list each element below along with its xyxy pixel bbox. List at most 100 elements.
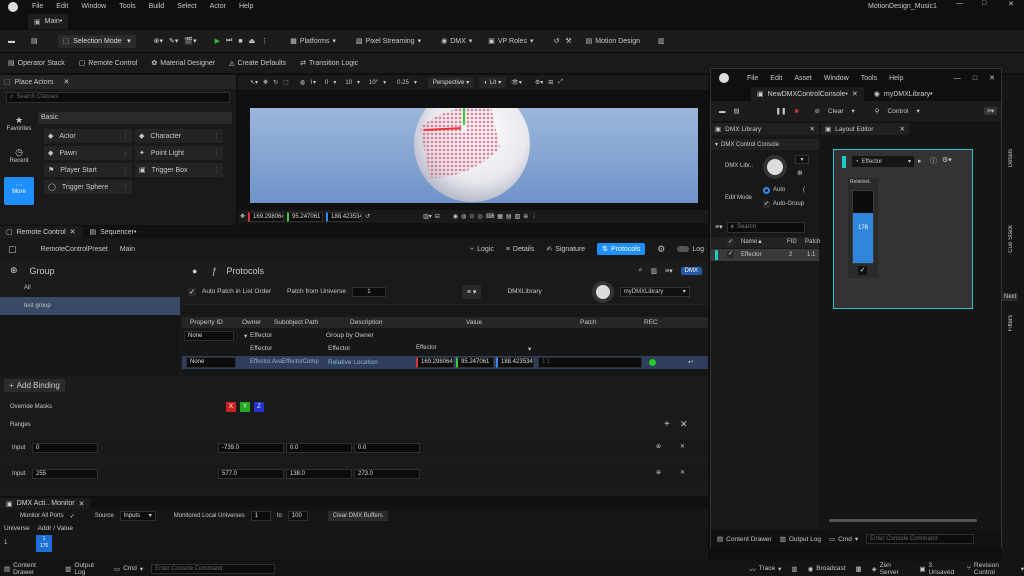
- more-play-options-icon[interactable]: ⋮: [261, 37, 268, 45]
- signature-button[interactable]: ✍ Signature: [546, 245, 585, 254]
- mask-z-toggle[interactable]: Z: [254, 402, 264, 412]
- transition-logic-button[interactable]: ⇄ Transition Logic: [300, 59, 358, 68]
- actor-item-point-light[interactable]: ✦ Point Light ⋮: [135, 146, 223, 160]
- actor-item-trigger-sphere[interactable]: ◯ Trigger Sphere ⋮: [44, 180, 132, 194]
- details-button[interactable]: ≡ Details: [506, 246, 535, 253]
- create-defaults-button[interactable]: ◬ Create Defaults: [229, 59, 286, 68]
- fader-group[interactable]: ◔ Effector ▾ ▸ ⓘ ⚙▾ RelativeL 176 ✓: [833, 149, 973, 309]
- table-row[interactable]: None ▾ Effector Group by Owner: [182, 330, 708, 342]
- add-group-icon[interactable]: ⊕: [10, 265, 18, 276]
- broadcast-button[interactable]: ◉ Broadcast: [808, 565, 846, 573]
- chevron-down-icon[interactable]: ▾: [528, 345, 531, 353]
- unreal-logo-icon[interactable]: [8, 1, 18, 12]
- derived-data-icon[interactable]: ▦: [856, 565, 862, 573]
- range-output-z[interactable]: 273.0: [354, 469, 420, 479]
- menu-tools[interactable]: Tools: [119, 3, 135, 10]
- close-tab-icon[interactable]: ✕: [70, 228, 76, 236]
- scale-snap-value[interactable]: 0.25: [397, 80, 409, 86]
- recent-category[interactable]: ◷ Recent: [4, 141, 34, 177]
- image-icon[interactable]: ▧: [515, 213, 521, 220]
- actor-item-pawn[interactable]: ◆ Pawn ⋮: [44, 146, 132, 160]
- distribute-icon[interactable]: ⊟: [435, 213, 440, 220]
- lit-dropdown[interactable]: ◐ Lit ▾: [479, 77, 507, 88]
- add-binding-button[interactable]: + Add Binding: [4, 378, 65, 392]
- tab-new-dmx-control-console[interactable]: ▣ NewDMXControlConsole• ✕: [751, 87, 864, 101]
- close-tab-icon[interactable]: ✕: [64, 78, 70, 86]
- fader-track[interactable]: 176: [852, 190, 874, 264]
- menu-actor[interactable]: Actor: [210, 3, 226, 10]
- range-output-y[interactable]: 0.0: [286, 443, 352, 453]
- logic-button[interactable]: ⑂ Logic: [470, 246, 494, 253]
- play-indicator-icon[interactable]: ▸: [918, 157, 922, 165]
- fixture-search-input[interactable]: ⌕ Search: [726, 221, 805, 233]
- actor-item-player-start[interactable]: ⚑ Player Start ⋮: [44, 163, 132, 177]
- selection-mode-dropdown[interactable]: ⬚ Selection Mode ▾: [57, 34, 136, 48]
- layout-scrollbar[interactable]: [829, 519, 977, 522]
- chart-icon[interactable]: ▦: [497, 213, 503, 220]
- auto-radio[interactable]: [763, 187, 770, 194]
- favorites-category[interactable]: ★ Favorites: [4, 115, 34, 141]
- dmx-menu-help[interactable]: Help: [889, 75, 903, 82]
- row3-property-id[interactable]: None: [186, 357, 236, 368]
- motion-design-button[interactable]: ▤ Motion Design: [586, 37, 640, 46]
- select-all-checkbox[interactable]: ✓: [727, 239, 734, 246]
- gamepad-icon[interactable]: ⌨: [486, 213, 495, 220]
- save-icon[interactable]: ▬: [8, 38, 15, 45]
- viewport-layout-icon[interactable]: ⊞: [548, 79, 553, 86]
- blueprint-icon[interactable]: ✎▾: [169, 37, 178, 45]
- menu-help[interactable]: Help: [239, 3, 253, 10]
- clear-dmx-buffers-button[interactable]: Clear DMX Buffers: [327, 511, 388, 521]
- maximize-viewport-icon[interactable]: ⤢: [558, 79, 563, 86]
- browse-library-icon[interactable]: ⊕: [797, 169, 803, 177]
- mask-x-toggle[interactable]: X: [226, 402, 236, 412]
- trace-button[interactable]: 〰 Trace ▾: [749, 564, 781, 574]
- palette-icon[interactable]: ◉: [453, 213, 458, 220]
- play-icon[interactable]: ▶: [215, 37, 220, 45]
- history-icon[interactable]: ↺: [553, 37, 559, 45]
- add-actor-icon[interactable]: ⊕▾: [154, 37, 163, 45]
- mask-y-toggle[interactable]: Y: [240, 402, 250, 412]
- range-output-x[interactable]: 577.0: [218, 469, 284, 479]
- table-row-selected[interactable]: None Effector.AvaEffectorComp Relative L…: [182, 356, 708, 369]
- gizmo-icon[interactable]: ⊕: [523, 213, 528, 220]
- dmx-maximize-button[interactable]: □: [973, 75, 977, 82]
- rotation-snap-value[interactable]: 10°: [369, 80, 378, 86]
- list-options-button[interactable]: ≡ ▾: [461, 284, 482, 299]
- fader-enable-checkbox[interactable]: ✓: [858, 266, 867, 275]
- search-icon[interactable]: ⌕: [639, 267, 643, 275]
- save-icon[interactable]: ▬: [719, 108, 726, 115]
- clear-ranges-icon[interactable]: ✕: [680, 419, 688, 430]
- dmx-cmd-dropdown[interactable]: ▭ Cmd ▾: [829, 535, 858, 544]
- minimize-button[interactable]: —: [956, 0, 963, 7]
- capture-icon[interactable]: ⊕: [656, 469, 661, 476]
- stats-icon[interactable]: ▥: [791, 565, 797, 573]
- actor-item-character[interactable]: ◆ Character ⋮: [135, 129, 223, 143]
- dmx-menu-asset[interactable]: Asset: [794, 75, 812, 82]
- remove-range-icon[interactable]: ✕: [680, 443, 685, 450]
- material-designer-button[interactable]: ✿ Material Designer: [151, 59, 215, 68]
- info-icon[interactable]: ⓘ: [930, 156, 937, 166]
- dmx-console-section-header[interactable]: ▾ DMX Control Console: [711, 139, 819, 150]
- surface-snap-icon[interactable]: ⌇▾: [310, 79, 316, 86]
- place-actors-search[interactable]: ⌕ Search Classes: [6, 92, 230, 103]
- close-tab-icon[interactable]: ✕: [810, 125, 815, 133]
- console-input[interactable]: Enter Console Command: [151, 563, 276, 574]
- unsaved-button[interactable]: ▣ 3 Unsaved: [919, 562, 957, 576]
- platforms-button[interactable]: ▦ Platforms ▾: [290, 37, 336, 46]
- skip-icon[interactable]: ⏭: [226, 37, 232, 45]
- translate-tool-icon[interactable]: ✥: [263, 79, 268, 86]
- dmx-content-drawer-button[interactable]: ▤ Content Drawer: [717, 535, 772, 544]
- clear-icon[interactable]: ⊘: [815, 107, 820, 115]
- operator-stack-button[interactable]: ▤ Operator Stack: [8, 59, 65, 68]
- auto-patch-checkbox[interactable]: ✓: [188, 287, 196, 296]
- details-side-tab[interactable]: Details: [1008, 149, 1014, 167]
- layout-icon[interactable]: ▥: [658, 37, 665, 45]
- dmx-menu-file[interactable]: File: [747, 75, 758, 82]
- close-tab-icon[interactable]: ✕: [79, 500, 85, 508]
- next-button[interactable]: Next: [1002, 293, 1019, 301]
- close-tab-icon[interactable]: ✕: [852, 90, 858, 98]
- tab-remote-control[interactable]: ▢ Remote Control ✕: [0, 226, 82, 238]
- grid-size-value[interactable]: 10: [345, 80, 352, 86]
- pause-icon[interactable]: ❚❚: [776, 107, 787, 115]
- dmx-protocol-badge[interactable]: DMX: [680, 266, 702, 275]
